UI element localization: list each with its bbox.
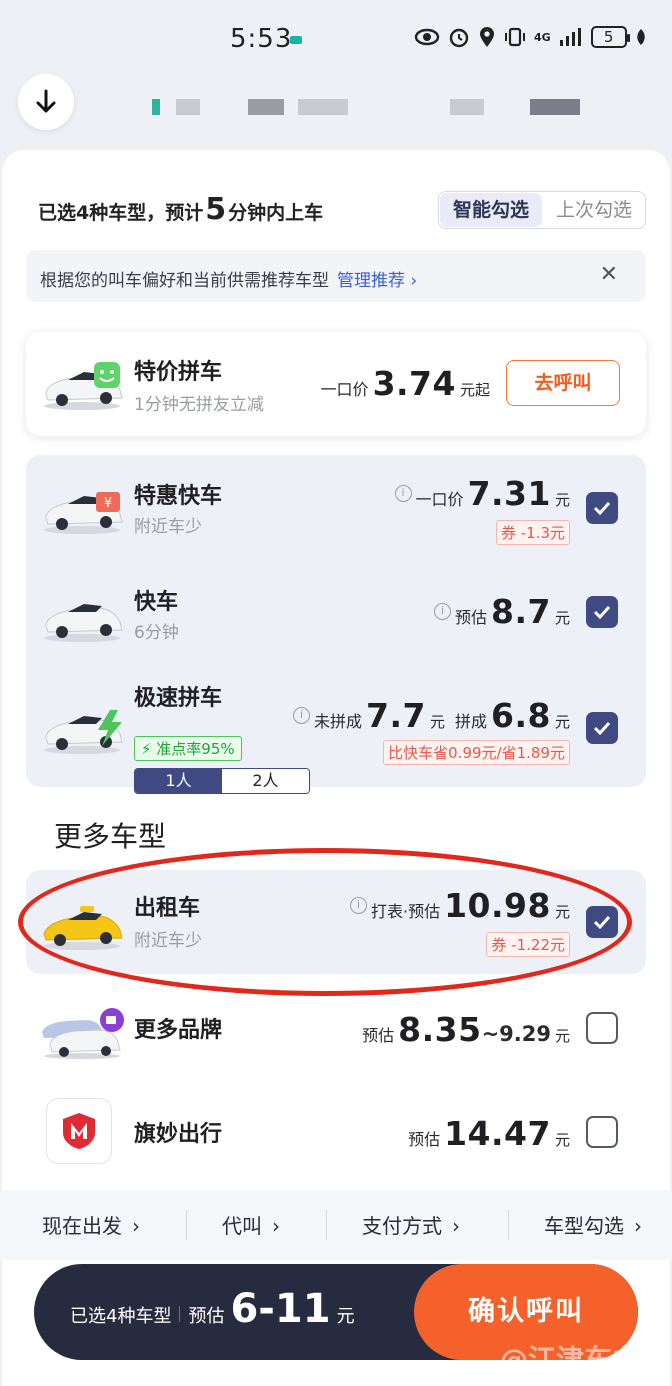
car-coupon-icon: ¥ — [44, 492, 123, 534]
back-button[interactable] — [18, 74, 74, 130]
signal-icon — [559, 28, 581, 46]
arrow-down-icon — [36, 89, 56, 113]
option-checkbox[interactable] — [586, 1116, 618, 1148]
option-checkbox[interactable] — [586, 596, 618, 628]
info-icon[interactable]: i — [394, 485, 412, 502]
status-icons: 4G 5 — [414, 26, 647, 48]
option-price: 预估 8.35 ~9.29 元 — [362, 1010, 570, 1049]
option-row-speed-carpool[interactable]: 极速拼车 ⚡ 准点率95% 1人 2人 i 未拼成 7.7 元 拼成 6.8 元… — [26, 676, 646, 794]
option-sub: 附近车少 — [134, 931, 202, 951]
notification-icon — [290, 36, 302, 44]
option-sub: 1分钟无拼友立减 — [134, 395, 264, 415]
bottom-options-bar: 现在出发 › 代叫 › 支付方式 › 车型勾选 › — [0, 1190, 672, 1260]
smart-select-tab[interactable]: 智能勾选 — [440, 193, 542, 227]
pax-one-option[interactable]: 1人 — [135, 769, 222, 793]
on-time-badge: ⚡ 准点率95% — [134, 736, 242, 761]
multi-car-icon — [42, 1008, 124, 1059]
option-checkbox[interactable] — [586, 906, 618, 938]
option-row-taxi[interactable]: 出租车 附近车少 i 打表·预估 10.98 元 券 -1.22元 — [26, 870, 646, 974]
option-sub: 6分钟 — [134, 623, 179, 643]
watermark: @江津车主 — [500, 1343, 641, 1376]
option-name: 更多品牌 — [134, 1018, 223, 1043]
option-name: 旗妙出行 — [134, 1122, 223, 1147]
eta-minutes: 5 — [205, 192, 227, 227]
check-icon — [593, 915, 611, 929]
more-types-heading: 更多车型 — [54, 820, 167, 853]
pax-two-option[interactable]: 2人 — [222, 769, 309, 793]
car-lightning-icon — [44, 710, 123, 754]
chevron-right-icon: › — [634, 1214, 642, 1238]
alarm-icon — [449, 28, 469, 48]
option-checkbox[interactable] — [586, 492, 618, 524]
passenger-count-toggle: 1人 2人 — [134, 768, 310, 794]
coupon-badge: 券 -1.22元 — [486, 932, 570, 957]
special-carpool-card[interactable]: 特价拼车 1分钟无拼友立减 一口价 3.74 元起 去呼叫 — [26, 332, 646, 436]
svg-text:¥: ¥ — [104, 496, 112, 511]
last-select-tab[interactable]: 上次勾选 — [543, 192, 645, 228]
status-time: 5:53 — [230, 24, 293, 54]
status-bar: 5:53 4G 5 — [0, 0, 672, 80]
call-for-others-link[interactable]: 代叫 › — [222, 1210, 280, 1239]
option-name: 极速拼车 — [134, 686, 223, 711]
chevron-right-icon: › — [132, 1214, 140, 1238]
info-icon[interactable]: i — [434, 603, 451, 620]
network-label: 4G — [534, 30, 551, 44]
selection-summary: 已选4种车型，预计 5 分钟内上车 — [38, 192, 324, 227]
vibrate-icon — [505, 27, 525, 47]
info-icon[interactable]: i — [293, 707, 310, 724]
qimiao-logo-icon — [46, 1098, 112, 1164]
chevron-right-icon: › — [272, 1214, 280, 1238]
option-price: 预估 14.47 元 — [408, 1114, 570, 1153]
recommendation-tip: 根据您的叫车偏好和当前供需推荐车型 管理推荐 › ✕ — [26, 250, 646, 302]
check-icon — [593, 605, 611, 619]
estimate-summary: 已选4种车型 预估 6-11 元 — [70, 1286, 355, 1332]
select-mode-toggle: 智能勾选 上次勾选 — [438, 191, 646, 229]
car-white-icon — [44, 604, 123, 642]
car-white-green-icon — [44, 362, 123, 410]
saving-badge: 比快车省0.99元/省1.89元 — [383, 740, 570, 765]
option-name: 特惠快车 — [134, 484, 223, 509]
option-checkbox[interactable] — [586, 1012, 618, 1044]
taxi-icon — [43, 906, 123, 950]
close-icon[interactable]: ✕ — [600, 262, 618, 287]
call-now-button[interactable]: 去呼叫 — [506, 360, 620, 406]
check-icon — [593, 721, 611, 735]
check-icon — [593, 501, 611, 515]
info-icon[interactable]: i — [350, 897, 367, 914]
location-icon — [480, 27, 494, 47]
eye-icon — [414, 28, 440, 46]
option-price: 一口价 3.74 元起 — [320, 364, 490, 403]
option-price: i 未拼成 7.7 元 拼成 6.8 元 — [293, 696, 570, 735]
depart-now-link[interactable]: 现在出发 › — [42, 1210, 140, 1239]
option-name: 特价拼车 — [134, 360, 223, 385]
option-row-discount-express[interactable]: ¥ 特惠快车 附近车少 i 一口价 7.31 元 券 -1.3元 — [26, 470, 646, 560]
option-price: i 预估 8.7 元 — [434, 592, 570, 631]
option-row-qimiao[interactable]: 旗妙出行 预估 14.47 元 — [26, 1098, 646, 1174]
option-price: i 一口价 7.31 元 — [394, 474, 570, 513]
option-name: 出租车 — [134, 896, 201, 921]
option-price: i 打表·预估 10.98 元 — [350, 886, 570, 925]
estimate-range: 6-11 — [230, 1286, 331, 1332]
coupon-badge: 券 -1.3元 — [495, 520, 570, 545]
manage-recommendation-link[interactable]: 管理推荐 › — [337, 271, 417, 291]
battery-icon: 5 — [590, 26, 630, 48]
option-row-express[interactable]: 快车 6分钟 i 预估 8.7 元 — [26, 578, 646, 658]
payment-method-link[interactable]: 支付方式 › — [362, 1210, 460, 1239]
leaf-icon — [636, 29, 645, 45]
option-sub: 附近车少 — [134, 517, 202, 537]
car-type-select-link[interactable]: 车型勾选 › — [544, 1210, 642, 1239]
option-row-more-brands[interactable]: 更多品牌 预估 8.35 ~9.29 元 — [26, 998, 646, 1070]
option-checkbox[interactable] — [586, 712, 618, 744]
option-name: 快车 — [134, 590, 179, 615]
chevron-right-icon: › — [452, 1214, 460, 1238]
